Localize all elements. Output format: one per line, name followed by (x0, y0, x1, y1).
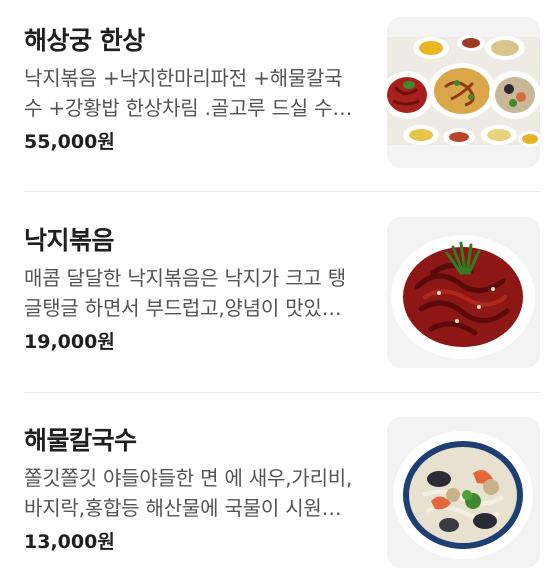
menu-item-name: 해물칼국수 (24, 426, 137, 455)
menu-item-price: 55,000원 (24, 131, 115, 153)
menu-item-description: 낙지볶음 +낙지한마리파전 +해물칼국수 +강황밥 한상차림 .골고루 드실 수… (24, 66, 343, 120)
menu-item-haemul-kalguksu[interactable]: 해물칼국수 쫄깃쫄깃 야들야들한 면 에 새우,가리비,바지락,홍합등 해산물에… (0, 400, 556, 576)
seafood-noodle-soup-image (387, 417, 540, 568)
stir-fried-octopus-image (387, 217, 540, 368)
menu-item-haesanggung-set[interactable]: 해상궁 한상 낙지볶음 +낙지한마리파전 +해물칼국수 +강황밥 한상차림 .골… (0, 0, 556, 200)
menu-item-price: 13,000원 (24, 531, 115, 553)
menu-item-nakji-bokkeum[interactable]: 낙지볶음 매콤 달달한 낙지볶음은 낙지가 크고 탱글탱글 하면서 부드럽고,양… (0, 200, 556, 400)
menu-list: 해상궁 한상 낙지볶음 +낙지한마리파전 +해물칼국수 +강황밥 한상차림 .골… (0, 0, 556, 576)
divider (24, 392, 540, 393)
menu-item-description: 매콤 달달한 낙지볶음은 낙지가 크고 탱글탱글 하면서 부드럽고,양념이 맛있… (24, 266, 346, 320)
divider (24, 191, 540, 192)
menu-item-name: 해상궁 한상 (24, 26, 145, 55)
seafood-set-platter-image (387, 17, 540, 168)
menu-item-name: 낙지볶음 (24, 226, 115, 255)
menu-item-description: 쫄깃쫄깃 야들야들한 면 에 새우,가리비,바지락,홍합등 해산물에 국물이 시… (24, 466, 353, 520)
menu-item-price: 19,000원 (24, 331, 115, 353)
